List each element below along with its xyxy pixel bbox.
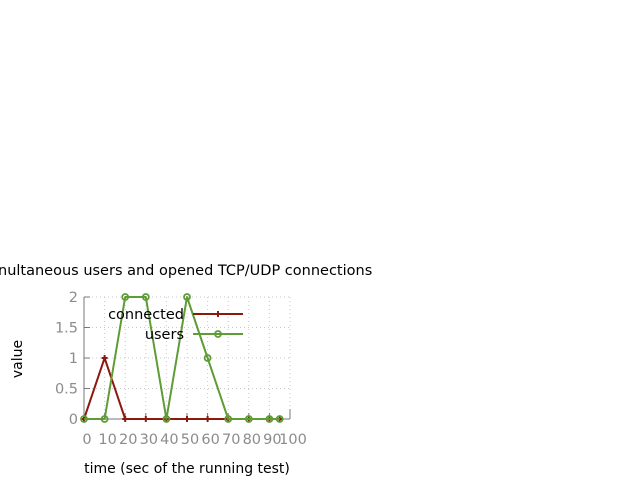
connected-point xyxy=(204,416,211,422)
x-tick-label: 30 xyxy=(140,432,158,448)
legend-label-users: users xyxy=(145,327,184,343)
connected-point xyxy=(101,355,108,361)
x-tick-label: 20 xyxy=(119,432,137,448)
x-tick-label: 60 xyxy=(201,432,219,448)
x-tick-label: 50 xyxy=(181,432,199,448)
legend: connected users xyxy=(108,307,243,343)
y-tick-label: 2 xyxy=(69,290,78,306)
x-tick-label: 70 xyxy=(222,432,240,448)
connected-point xyxy=(215,311,221,317)
y-tick-label: 1 xyxy=(69,351,78,367)
y-tick-label: 1.5 xyxy=(55,321,78,337)
y-tick-labels: 0 0.5 1 1.5 2 xyxy=(55,290,78,428)
y-tick-label: 0 xyxy=(69,412,78,428)
connected-point xyxy=(184,416,190,422)
x-tick-label: 40 xyxy=(160,432,178,448)
x-tick-label: 80 xyxy=(243,432,261,448)
x-tick-labels: 0 10 20 30 40 50 60 70 80 90100 xyxy=(82,432,306,448)
x-tick-label: 100 xyxy=(279,432,307,448)
chart-title: nultaneous users and opened TCP/UDP conn… xyxy=(0,263,372,279)
y-axis-label: value xyxy=(10,340,26,378)
legend-label-connected: connected xyxy=(108,307,184,323)
chart: 00.511.52 0 10 20 30 40 50 60 70 80 90100 connect… xyxy=(0,263,372,477)
connected-point xyxy=(142,416,149,422)
x-axis-label: time (sec of the running test) xyxy=(84,461,290,477)
x-tick-label: 0 xyxy=(82,432,91,448)
y-tick-label: 0.5 xyxy=(55,382,78,398)
x-tick-label: 10 xyxy=(98,432,116,448)
connected-point xyxy=(122,416,129,422)
